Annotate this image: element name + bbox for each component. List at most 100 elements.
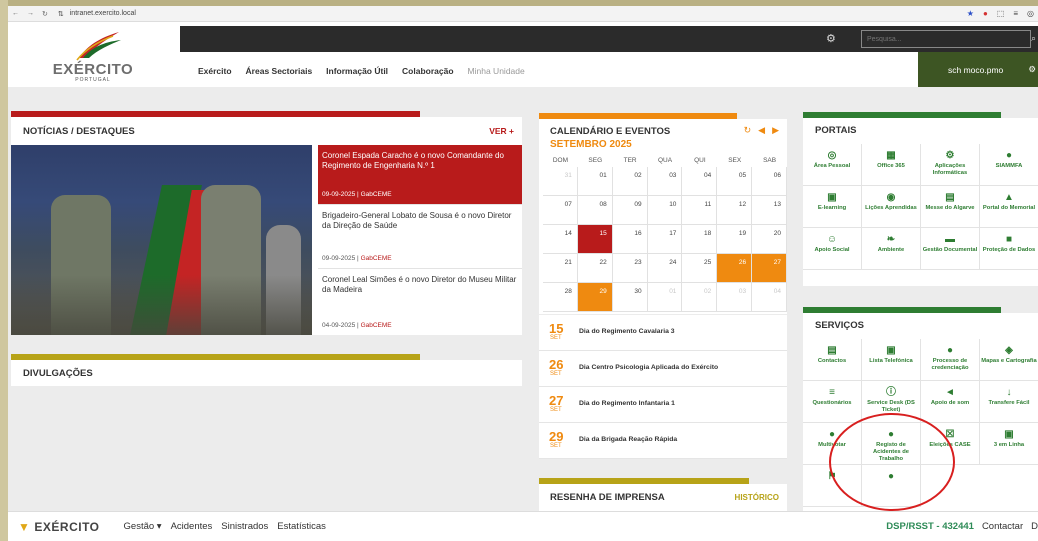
calendar-day[interactable]: 18 — [682, 225, 718, 254]
tile-e-learning[interactable]: ▣ E-learning — [803, 186, 862, 228]
event-title[interactable]: Dia do Regimento Cavalaria 3 — [579, 328, 675, 335]
calendar-day[interactable]: 07 — [543, 196, 578, 225]
tile-siammfa[interactable]: ● SIAMMFA — [980, 144, 1038, 186]
event-item[interactable]: 27 SET Dia do Regimento Infantaria 1 — [539, 387, 787, 423]
tile-aplica-es-inform-ticas[interactable]: ⚙ Aplicações Informáticas — [921, 144, 980, 186]
historico-link[interactable]: HISTÓRICO — [735, 493, 779, 502]
calendar-day[interactable]: 22 — [577, 254, 613, 283]
calendar-day[interactable]: 28 — [543, 283, 578, 312]
calendar-day[interactable]: 02 — [682, 283, 718, 312]
back-icon[interactable]: ← — [12, 10, 19, 18]
tile-3-em-linha[interactable]: ▣ 3 em Linha — [980, 423, 1038, 465]
calendar-day[interactable]: 26 — [717, 254, 753, 283]
tile-apoio-social[interactable]: ☺ Apoio Social — [803, 228, 862, 270]
news-item-source[interactable]: GabCEME — [361, 191, 392, 198]
app-nav-acidentes[interactable]: Acidentes — [171, 521, 213, 532]
search-icon[interactable]: ⌕ — [1031, 30, 1038, 48]
tile-contactos[interactable]: ▤ Contactos — [803, 339, 862, 381]
tile-apoio-de-som[interactable]: ◄ Apoio de som — [921, 381, 980, 423]
calendar-day[interactable]: 13 — [752, 196, 787, 225]
calendar-day[interactable]: 08 — [577, 196, 613, 225]
search-input[interactable] — [861, 30, 1031, 48]
app-nav-sinistrados[interactable]: Sinistrados — [221, 521, 268, 532]
calendar-day[interactable]: 09 — [612, 196, 648, 225]
tile-messe-do-algarve[interactable]: ▤ Messe do Algarve — [921, 186, 980, 228]
tile-transfere-f-cil[interactable]: ↓ Transfere Fácil — [980, 381, 1038, 423]
calendar-day[interactable]: 03 — [717, 283, 753, 312]
calendar-day[interactable]: 10 — [647, 196, 683, 225]
nav-exercito[interactable]: Exército — [198, 66, 232, 76]
calendar-day[interactable]: 27 — [752, 254, 787, 283]
exercito-logo[interactable]: EXÉRCITO PORTUGAL — [48, 28, 138, 83]
event-item[interactable]: 29 SET Dia da Brigada Reação Rápida — [539, 423, 787, 459]
news-see-more-link[interactable]: VER + — [489, 126, 514, 136]
tile-gest-o-documental[interactable]: ▬ Gestão Documental — [921, 228, 980, 270]
bookmark-star-icon[interactable]: ★ — [967, 9, 974, 18]
news-item[interactable]: Brigadeiro-General Lobato de Sousa é o n… — [318, 205, 522, 269]
event-title[interactable]: Dia da Brigada Reação Rápida — [579, 436, 677, 443]
news-item-title[interactable]: Coronel Espada Caracho é o novo Comandan… — [322, 151, 519, 171]
event-item[interactable]: 26 SET Dia Centro Psicologia Aplicada do E… — [539, 351, 787, 387]
profile-icon[interactable]: ◎ — [1027, 9, 1034, 18]
nav-informacao-util[interactable]: Informação Útil — [326, 66, 388, 76]
extensions-puzzle-icon[interactable]: ⬚ — [997, 9, 1005, 18]
event-item[interactable]: 15 SET Dia do Regimento Cavalaria 3 — [539, 315, 787, 351]
calendar-day[interactable]: 06 — [752, 167, 787, 196]
tile-question-rios[interactable]: ≡ Questionários — [803, 381, 862, 423]
user-name[interactable]: sch moco.pmo — [948, 65, 1003, 75]
tab-search-icon[interactable]: ≡ — [1013, 9, 1018, 18]
tile-prote-o-de-dados[interactable]: ■ Proteção de Dados — [980, 228, 1038, 270]
news-item[interactable]: Coronel Espada Caracho é o novo Comandan… — [318, 145, 522, 205]
prev-month-icon[interactable]: ◀ — [758, 125, 765, 136]
app-nav-gestao[interactable]: Gestão ▾ — [124, 521, 162, 532]
tile-lista-telef-nica[interactable]: ▣ Lista Telefónica — [862, 339, 921, 381]
nav-minha-unidade[interactable]: Minha Unidade — [468, 66, 525, 76]
settings-icon[interactable]: ⚙ — [826, 32, 836, 45]
refresh-icon[interactable]: ↻ — [744, 125, 752, 136]
calendar-day[interactable]: 15 — [577, 225, 613, 254]
extension-icon[interactable]: ● — [983, 9, 988, 18]
calendar-day[interactable]: 16 — [612, 225, 648, 254]
reload-icon[interactable]: ↻ — [42, 10, 48, 18]
user-settings-icon[interactable]: ⚙ — [1028, 64, 1036, 75]
calendar-day[interactable]: 23 — [612, 254, 648, 283]
calendar-day[interactable]: 05 — [717, 167, 753, 196]
calendar-day[interactable]: 25 — [682, 254, 718, 283]
news-item-title[interactable]: Coronel Leal Simões é o novo Diretor do … — [322, 275, 519, 295]
tile-ambiente[interactable]: ❧ Ambiente — [862, 228, 921, 270]
news-featured-photo[interactable] — [11, 145, 312, 335]
nav-colaboracao[interactable]: Colaboração — [402, 66, 454, 76]
contactar-link[interactable]: Contactar — [982, 521, 1023, 532]
calendar-day[interactable]: 29 — [577, 283, 613, 312]
tile-processo-de-credencia-o[interactable]: ● Processo de credenciação — [921, 339, 980, 381]
calendar-day[interactable]: 20 — [752, 225, 787, 254]
event-title[interactable]: Dia Centro Psicologia Aplicada do Exérci… — [579, 364, 718, 371]
app-logo[interactable]: ▼ EXÉRCITO — [18, 520, 100, 534]
calendar-day[interactable]: 02 — [612, 167, 648, 196]
tile--rea-pessoal[interactable]: ◎ Área Pessoal — [803, 144, 862, 186]
calendar-day[interactable]: 17 — [647, 225, 683, 254]
calendar-day[interactable]: 03 — [647, 167, 683, 196]
calendar-day[interactable]: 04 — [682, 167, 718, 196]
calendar-day[interactable]: 11 — [682, 196, 718, 225]
calendar-day[interactable]: 04 — [752, 283, 787, 312]
forward-icon[interactable]: → — [27, 10, 34, 18]
address-bar[interactable]: ⇅ intranet.exercito.local — [58, 10, 136, 18]
news-item-source[interactable]: GabCEME — [361, 322, 392, 329]
tile-office-365[interactable]: ▦ Office 365 — [862, 144, 921, 186]
tile-li-es-aprendidas[interactable]: ◉ Lições Aprendidas — [862, 186, 921, 228]
calendar-day[interactable]: 24 — [647, 254, 683, 283]
calendar-day[interactable]: 14 — [543, 225, 578, 254]
news-item-title[interactable]: Brigadeiro-General Lobato de Sousa é o n… — [322, 211, 519, 231]
calendar-day[interactable]: 19 — [717, 225, 753, 254]
url-text[interactable]: intranet.exercito.local — [70, 10, 136, 17]
news-item[interactable]: Coronel Leal Simões é o novo Diretor do … — [318, 269, 522, 335]
calendar-day[interactable]: 01 — [647, 283, 683, 312]
event-title[interactable]: Dia do Regimento Infantaria 1 — [579, 400, 675, 407]
calendar-day[interactable]: 30 — [612, 283, 648, 312]
app-nav-estatisticas[interactable]: Estatísticas — [277, 521, 326, 532]
news-item-source[interactable]: GabCEME — [361, 255, 392, 262]
calendar-day[interactable]: 31 — [543, 167, 578, 196]
site-info-icon[interactable]: ⇅ — [58, 10, 64, 18]
calendar-day[interactable]: 01 — [577, 167, 613, 196]
